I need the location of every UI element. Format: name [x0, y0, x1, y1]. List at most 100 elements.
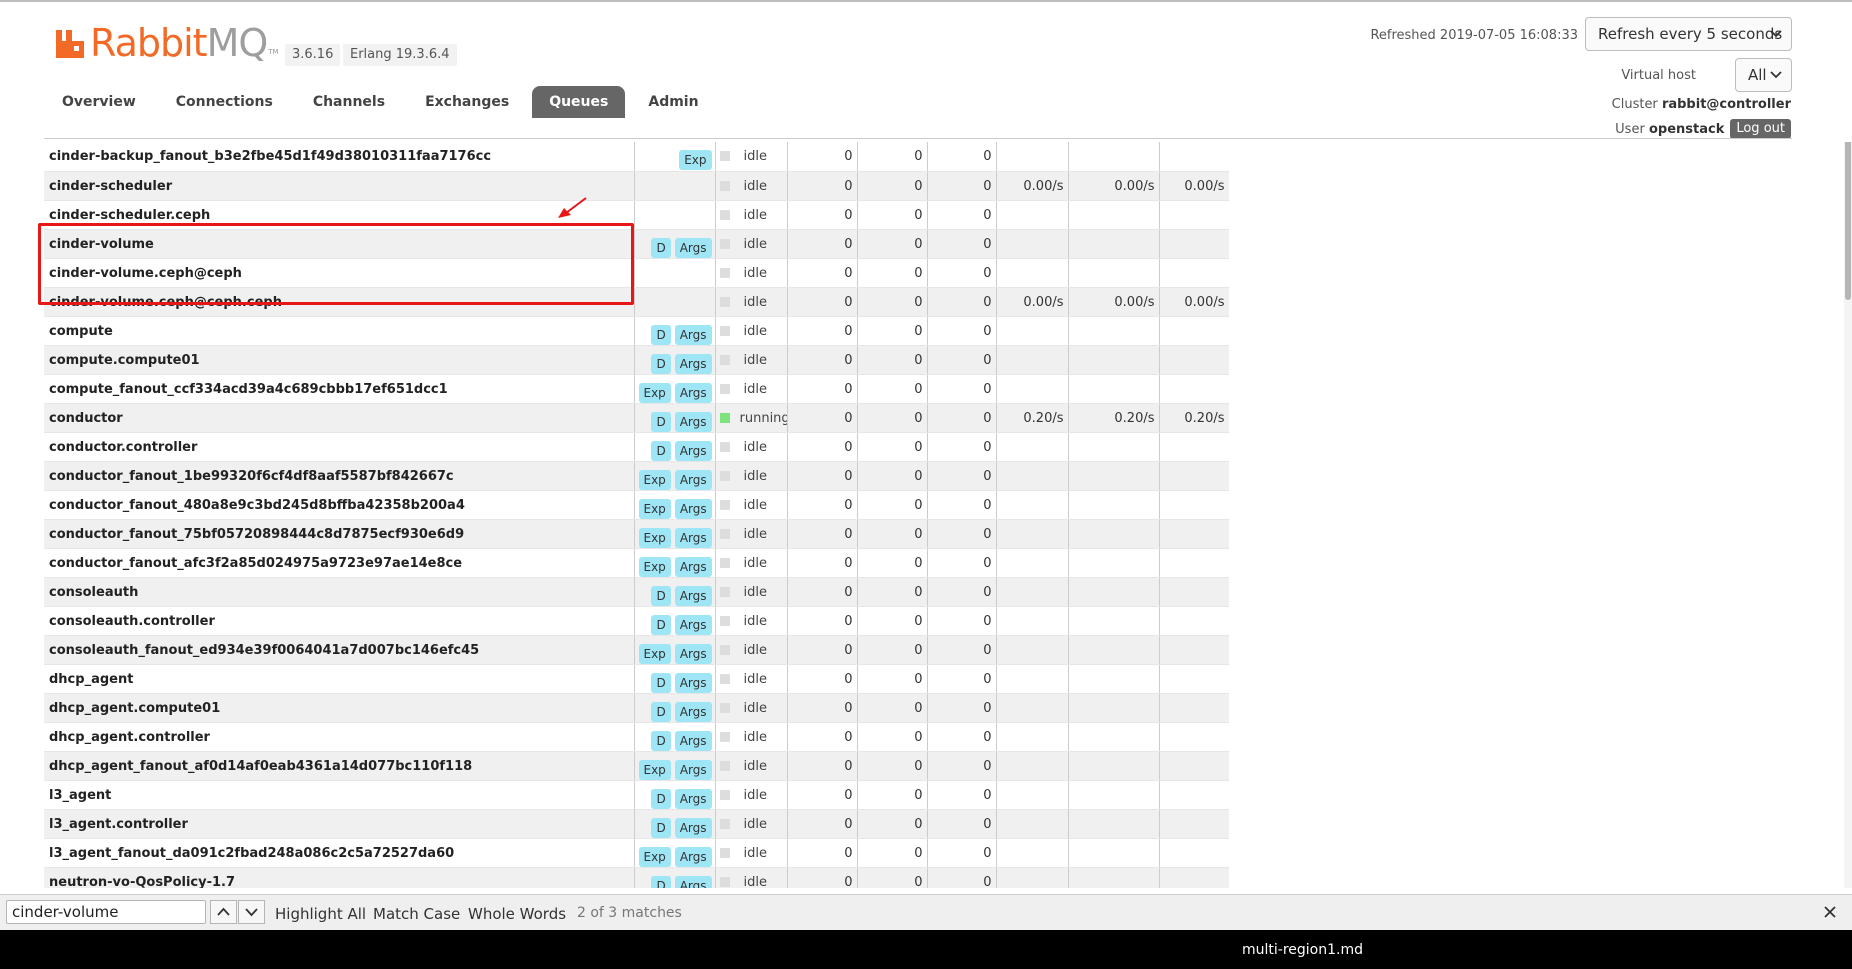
state-indicator-icon — [719, 528, 730, 539]
table-row[interactable]: cinder-volume.ceph@ceph idle 0 0 0 — [44, 258, 1229, 288]
find-input[interactable]: cinder-volume — [6, 900, 206, 924]
queue-name-link[interactable]: compute — [44, 316, 635, 346]
queue-name-link[interactable]: consoleauth_fanout_ed934e39f0064041a7d00… — [44, 635, 635, 665]
whole-words-toggle[interactable]: Whole Words — [468, 905, 566, 923]
state-text: idle — [743, 381, 767, 397]
queue-name-link[interactable]: conductor_fanout_afc3f2a85d024975a9723e9… — [44, 548, 635, 578]
queue-name-link[interactable]: compute_fanout_ccf334acd39a4c689cbbb17ef… — [44, 374, 635, 404]
table-row[interactable]: consoleauth_fanout_ed934e39f0064041a7d00… — [44, 635, 1229, 665]
queue-name-link[interactable]: consoleauth — [44, 577, 635, 607]
queue-ready: 0 — [787, 142, 858, 172]
queue-name-link[interactable]: conductor — [44, 403, 635, 433]
table-row[interactable]: cinder-backup_fanout_b3e2fbe45d1f49d3801… — [44, 142, 1229, 172]
queue-name-link[interactable]: neutron-vo-QosPolicy-1.7 — [44, 867, 635, 888]
tab-admin[interactable]: Admin — [631, 86, 715, 118]
queue-features — [634, 200, 716, 230]
table-row[interactable]: compute D Args idle 0 0 0 — [44, 316, 1229, 346]
queue-name-link[interactable]: cinder-volume — [44, 229, 635, 259]
state-text: idle — [743, 265, 767, 281]
queue-name-link[interactable]: cinder-volume.ceph@ceph.ceph — [44, 287, 635, 317]
queue-name-link[interactable]: l3_agent.controller — [44, 809, 635, 839]
table-row[interactable]: conductor_fanout_480a8e9c3bd245d8bffba42… — [44, 490, 1229, 520]
queue-name-link[interactable]: compute.compute01 — [44, 345, 635, 375]
queue-name-link[interactable]: dhcp_agent — [44, 664, 635, 694]
queue-incoming: 0.00/s — [996, 287, 1069, 317]
match-case-toggle[interactable]: Match Case — [373, 905, 460, 923]
queue-deliver — [1068, 461, 1160, 491]
queue-ack — [1159, 316, 1229, 346]
tab-channels[interactable]: Channels — [296, 86, 402, 118]
find-previous-button[interactable] — [210, 900, 237, 924]
queue-name-link[interactable]: cinder-volume.ceph@ceph — [44, 258, 635, 288]
queue-ack — [1159, 664, 1229, 694]
feature-badge-d: D — [651, 701, 671, 721]
table-row[interactable]: dhcp_agent.compute01 D Args idle 0 0 0 — [44, 693, 1229, 723]
table-row[interactable]: cinder-volume.ceph@ceph.ceph idle 0 0 0 0.00/… — [44, 287, 1229, 317]
refresh-interval-select[interactable]: Refresh every 5 seconds — [1585, 17, 1792, 51]
find-next-button[interactable] — [238, 900, 265, 924]
queue-name-link[interactable]: conductor_fanout_1be99320f6cf4df8aaf5587… — [44, 461, 635, 491]
table-row[interactable]: dhcp_agent.controller D Args idle 0 0 0 — [44, 722, 1229, 752]
queue-ready: 0 — [787, 432, 858, 462]
table-row[interactable]: cinder-volume D Args idle 0 0 0 — [44, 229, 1229, 259]
virtual-host-select[interactable]: All — [1735, 58, 1792, 92]
table-row[interactable]: cinder-scheduler idle 0 0 0 0.00/s 0.00/s 0.00/… — [44, 171, 1229, 201]
queue-deliver: 0.20/s — [1068, 403, 1160, 433]
table-row[interactable]: l3_agent_fanout_da091c2fbad248a086c2c5a7… — [44, 838, 1229, 868]
tab-overview[interactable]: Overview — [45, 86, 153, 118]
feature-badge-args: Args — [674, 817, 712, 837]
queue-deliver — [1068, 664, 1160, 694]
tab-connections[interactable]: Connections — [159, 86, 290, 118]
logout-button[interactable]: Log out — [1730, 119, 1791, 139]
feature-badge-exp: Exp — [638, 382, 671, 402]
table-row[interactable]: cinder-scheduler.ceph idle 0 0 0 — [44, 200, 1229, 230]
queue-name-link[interactable]: cinder-scheduler.ceph — [44, 200, 635, 230]
queue-name-link[interactable]: dhcp_agent_fanout_af0d14af0eab4361a14d07… — [44, 751, 635, 781]
user-info: User openstack Log out — [1615, 119, 1791, 139]
queue-name-link[interactable]: l3_agent — [44, 780, 635, 810]
queue-name-link[interactable]: l3_agent_fanout_da091c2fbad248a086c2c5a7… — [44, 838, 635, 868]
table-row[interactable]: conductor.controller D Args idle 0 0 0 — [44, 432, 1229, 462]
queue-name-link[interactable]: dhcp_agent.controller — [44, 722, 635, 752]
queue-ack: 0.20/s — [1159, 403, 1229, 433]
table-row[interactable]: compute.compute01 D Args idle 0 0 0 — [44, 345, 1229, 375]
taskbar-window-label[interactable]: multi-region1.md — [1242, 942, 1363, 958]
table-row[interactable]: l3_agent.controller D Args idle 0 0 0 — [44, 809, 1229, 839]
table-row[interactable]: dhcp_agent_fanout_af0d14af0eab4361a14d07… — [44, 751, 1229, 781]
queue-state: idle — [715, 780, 788, 810]
queue-total: 0 — [927, 374, 997, 404]
queue-name-link[interactable]: conductor.controller — [44, 432, 635, 462]
tab-exchanges[interactable]: Exchanges — [408, 86, 526, 118]
queue-ready: 0 — [787, 809, 858, 839]
queue-features: D Args — [634, 606, 716, 636]
rabbitmq-logo[interactable]: RabbitMQ TM — [54, 22, 279, 64]
table-row[interactable]: dhcp_agent D Args idle 0 0 0 — [44, 664, 1229, 694]
table-row[interactable]: neutron-vo-QosPolicy-1.7 D Args idle 0 0 0 — [44, 867, 1229, 888]
state-text: idle — [743, 294, 767, 310]
queue-deliver — [1068, 577, 1160, 607]
queue-name-link[interactable]: cinder-backup_fanout_b3e2fbe45d1f49d3801… — [44, 142, 635, 172]
table-row[interactable]: conductor D Args running 0 0 0 0.20/s 0.20/s 0.20… — [44, 403, 1229, 433]
table-row[interactable]: consoleauth.controller D Args idle 0 0 0 — [44, 606, 1229, 636]
queue-name-link[interactable]: cinder-scheduler — [44, 171, 635, 201]
queue-total: 0 — [927, 345, 997, 375]
table-row[interactable]: l3_agent D Args idle 0 0 0 — [44, 780, 1229, 810]
queue-name-link[interactable]: conductor_fanout_480a8e9c3bd245d8bffba42… — [44, 490, 635, 520]
table-row[interactable]: compute_fanout_ccf334acd39a4c689cbbb17ef… — [44, 374, 1229, 404]
queue-features: D Args — [634, 345, 716, 375]
queue-total: 0 — [927, 838, 997, 868]
table-row[interactable]: consoleauth D Args idle 0 0 0 — [44, 577, 1229, 607]
queue-deliver — [1068, 316, 1160, 346]
tab-queues[interactable]: Queues — [532, 86, 626, 118]
queue-name-link[interactable]: dhcp_agent.compute01 — [44, 693, 635, 723]
queue-name-link[interactable]: consoleauth.controller — [44, 606, 635, 636]
queue-deliver — [1068, 838, 1160, 868]
table-row[interactable]: conductor_fanout_75bf05720898444c8d7875e… — [44, 519, 1229, 549]
table-row[interactable]: conductor_fanout_1be99320f6cf4df8aaf5587… — [44, 461, 1229, 491]
queue-incoming — [996, 867, 1069, 888]
close-find-bar-button[interactable] — [1823, 904, 1837, 924]
table-row[interactable]: conductor_fanout_afc3f2a85d024975a9723e9… — [44, 548, 1229, 578]
feature-badge-args: Args — [674, 469, 712, 489]
queue-name-link[interactable]: conductor_fanout_75bf05720898444c8d7875e… — [44, 519, 635, 549]
highlight-all-toggle[interactable]: Highlight All — [275, 905, 366, 923]
